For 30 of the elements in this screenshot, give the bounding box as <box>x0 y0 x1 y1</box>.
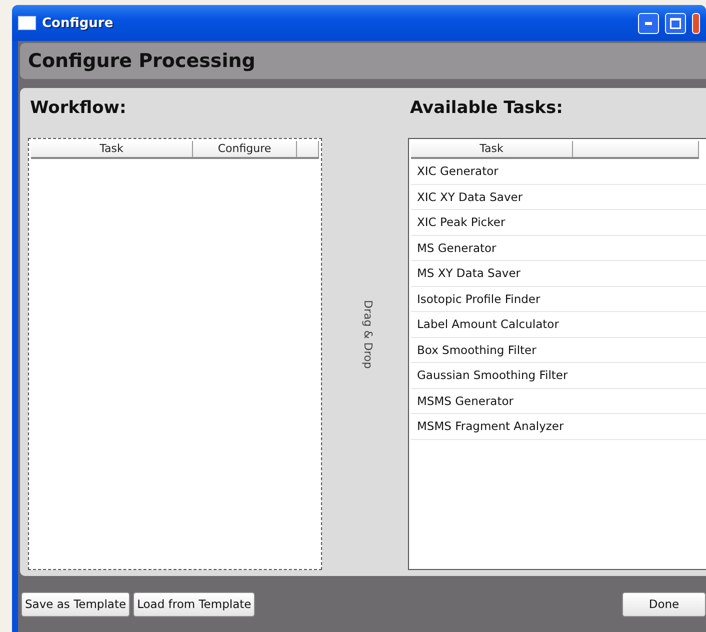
workflow-table[interactable]: Task Configure <box>28 138 322 570</box>
available-tasks-table[interactable] <box>408 138 706 570</box>
task-row[interactable]: MSMS Generator <box>411 388 706 414</box>
task-row[interactable]: MS XY Data Saver <box>411 261 706 286</box>
page-heading: Configure Processing <box>20 43 706 79</box>
task-row[interactable]: MS Generator <box>411 236 706 261</box>
maximize-icon <box>670 18 681 28</box>
drag-drop-hint: Drag & Drop <box>362 300 374 368</box>
available-tasks-label: Available Tasks: <box>409 98 564 120</box>
column-header[interactable]: Task <box>411 141 573 157</box>
maximize-button[interactable] <box>665 12 686 34</box>
task-row[interactable]: Isotopic Profile Finder <box>411 286 706 312</box>
done-button[interactable]: Done <box>622 592 706 616</box>
minimize-icon <box>645 22 652 24</box>
column-header[interactable]: Configure <box>193 141 297 157</box>
workflow-label: Workflow: <box>29 98 128 120</box>
close-button[interactable] <box>692 12 700 34</box>
task-row[interactable]: XIC Peak Picker <box>411 210 706 236</box>
task-row[interactable]: Gaussian Smoothing Filter <box>411 363 706 388</box>
task-row[interactable]: Label Amount Calculator <box>411 312 706 338</box>
task-row[interactable]: XIC Generator <box>411 159 706 184</box>
task-row[interactable]: Box Smoothing Filter <box>411 338 706 363</box>
window-icon <box>18 16 36 30</box>
minimize-button[interactable] <box>638 12 659 34</box>
window-title: Configure <box>42 16 114 30</box>
template-button[interactable]: Save as Template <box>21 592 130 616</box>
task-row[interactable]: XIC XY Data Saver <box>411 184 706 210</box>
template-button[interactable]: Load from Template <box>133 592 256 616</box>
task-row[interactable]: MSMS Fragment Analyzer <box>411 414 706 440</box>
column-header[interactable]: Task <box>31 141 193 157</box>
